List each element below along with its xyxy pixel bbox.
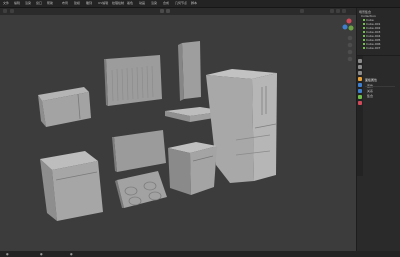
shading-solid-icon[interactable] <box>330 9 334 13</box>
menu-help[interactable]: 帮助 <box>47 1 53 5</box>
tab-animation[interactable]: 动画 <box>139 1 145 5</box>
outliner-row[interactable]: Cube.006 <box>363 42 380 46</box>
tab-sculpting[interactable]: 雕刻 <box>86 1 92 5</box>
oven-door-panel-model[interactable] <box>112 130 166 172</box>
tab-scripting[interactable]: 脚本 <box>191 1 197 5</box>
outliner-row[interactable]: Cube.003 <box>363 30 380 34</box>
grid-icon[interactable] <box>347 56 353 62</box>
outliner-row[interactable]: Cube.001 <box>363 22 380 26</box>
properties-row[interactable]: 关系 <box>367 89 373 93</box>
tab-modeling[interactable]: 建模 <box>74 1 80 5</box>
gizmo-axis-icon[interactable] <box>342 18 354 31</box>
menu-file[interactable]: 文件 <box>3 1 9 5</box>
tool-tab-icon[interactable] <box>358 59 362 63</box>
data-tab-icon[interactable] <box>358 95 362 99</box>
mesh-icon <box>363 43 365 45</box>
material-tab-icon[interactable] <box>358 101 362 105</box>
properties-title: 面板属性 <box>365 78 378 82</box>
particles-tab-icon[interactable] <box>358 89 362 93</box>
shading-material-icon[interactable] <box>336 9 340 13</box>
properties-tabs <box>357 56 363 176</box>
outliner-row[interactable]: Cube.002 <box>363 26 380 30</box>
overlay-icon[interactable] <box>300 9 304 13</box>
outliner-row[interactable]: Cube <box>363 18 374 22</box>
pivot-icon[interactable] <box>160 9 164 13</box>
outliner-panel: 场景集合 Collection Cube Cube.001 Cube.002 C… <box>357 8 400 55</box>
mesh-icon <box>363 47 365 49</box>
viewport-header <box>0 8 356 15</box>
tab-compositing[interactable]: 合成 <box>163 1 169 5</box>
mesh-icon <box>363 31 365 33</box>
menu-edit[interactable]: 编辑 <box>14 1 20 5</box>
properties-row[interactable]: 集合 <box>367 94 373 98</box>
cooktop-model[interactable] <box>115 171 167 208</box>
pan-icon[interactable] <box>347 42 353 48</box>
scene-canvas[interactable] <box>0 15 356 251</box>
outliner-label: Cube.007 <box>366 46 381 50</box>
outliner-row[interactable]: Cube.004 <box>363 34 380 38</box>
tab-rendering[interactable]: 渲染 <box>151 1 157 5</box>
status-icon: ● <box>40 252 43 256</box>
outliner-row[interactable]: Cube.005 <box>363 38 380 42</box>
camera-icon[interactable] <box>347 49 353 55</box>
microwave-model[interactable] <box>38 87 91 127</box>
refrigerator-model[interactable] <box>206 69 277 183</box>
wall-oven-model[interactable] <box>168 142 217 195</box>
status-bar: ● ● ● <box>0 251 400 257</box>
mesh-icon <box>363 27 365 29</box>
tab-shading[interactable]: 着色 <box>127 1 133 5</box>
3d-viewport[interactable] <box>0 15 356 251</box>
object-tab-icon[interactable] <box>358 77 362 81</box>
zoom-icon[interactable] <box>347 35 353 41</box>
mesh-icon <box>363 19 365 21</box>
dishwasher-model[interactable] <box>40 151 103 221</box>
mode-icon[interactable] <box>10 9 14 13</box>
outliner-row[interactable]: 场景集合 <box>359 10 371 14</box>
status-icon: ● <box>6 252 9 256</box>
tab-geometry-nodes[interactable]: 几何节点 <box>175 1 187 5</box>
menu-render[interactable]: 渲染 <box>25 1 31 5</box>
divider <box>365 86 395 87</box>
outliner-row[interactable]: Cube.007 <box>363 46 381 50</box>
mesh-icon <box>363 35 365 37</box>
top-menubar: 文件 编辑 渲染 窗口 帮助 布局 建模 雕刻 UV编辑 纹理绘制 着色 动画 … <box>0 0 400 8</box>
snap-icon[interactable] <box>166 9 170 13</box>
tab-texture-paint[interactable]: 纹理绘制 <box>112 1 124 5</box>
shading-render-icon[interactable] <box>342 9 346 13</box>
cabinet-panel-model[interactable] <box>104 55 162 106</box>
menu-window[interactable]: 窗口 <box>36 1 42 5</box>
mesh-icon <box>363 39 365 41</box>
modifier-tab-icon[interactable] <box>358 83 362 87</box>
outliner-row[interactable]: Collection <box>361 14 376 18</box>
render-tab-icon[interactable] <box>358 65 362 69</box>
editor-type-icon[interactable] <box>3 9 7 13</box>
tab-layout[interactable]: 布局 <box>62 1 68 5</box>
properties-panel: 面板属性 变换 关系 集合 <box>357 56 400 251</box>
mesh-icon <box>363 23 365 25</box>
tab-uv-editing[interactable]: UV编辑 <box>98 1 108 5</box>
status-icon: ● <box>70 252 73 256</box>
output-tab-icon[interactable] <box>358 71 362 75</box>
